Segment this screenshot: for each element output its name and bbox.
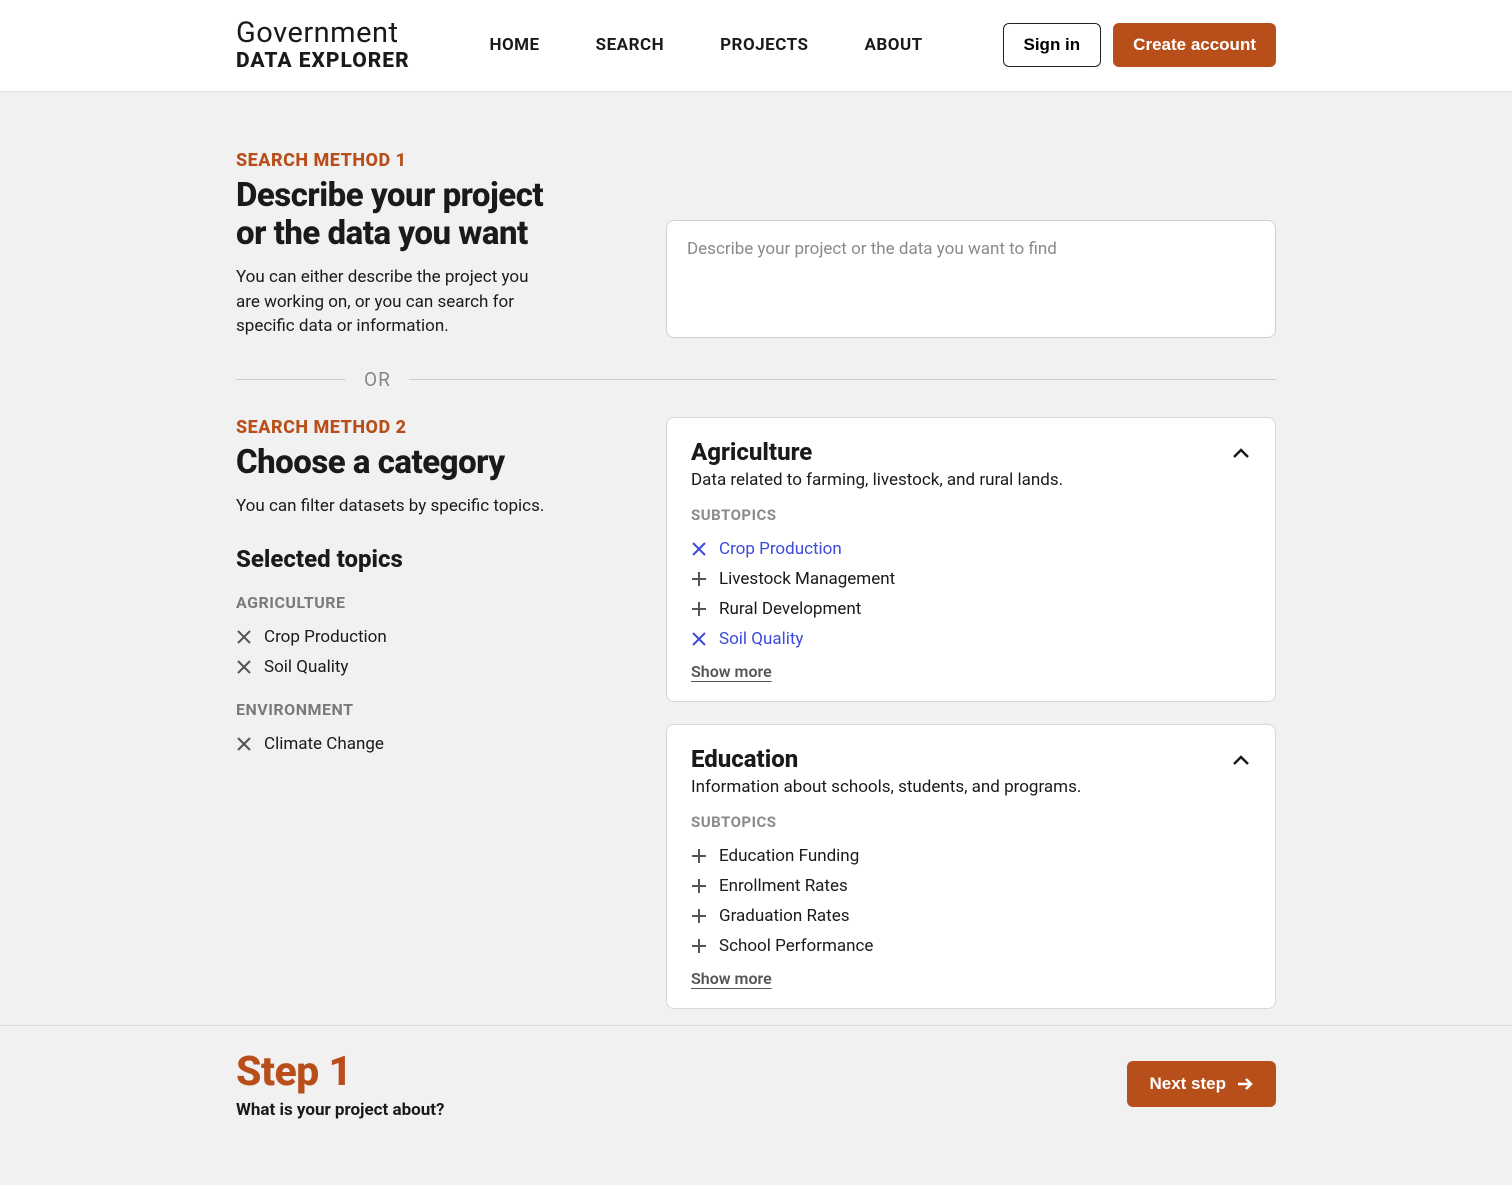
nav-search[interactable]: SEARCH	[596, 35, 664, 55]
sign-in-button[interactable]: Sign in	[1003, 23, 1102, 67]
chevron-up-icon	[1231, 751, 1251, 771]
category-desc: Data related to farming, livestock, and …	[691, 470, 1063, 490]
logo-top: Government	[236, 18, 410, 50]
category-header[interactable]: Agriculture Data related to farming, liv…	[691, 438, 1251, 506]
chevron-up-icon	[1231, 444, 1251, 464]
subtopic-label: Education Funding	[719, 846, 859, 866]
subtopic-label: Enrollment Rates	[719, 876, 848, 896]
plus-icon	[691, 571, 707, 587]
subtopic-school-performance[interactable]: School Performance	[691, 931, 1251, 961]
step-question: What is your project about?	[236, 1100, 444, 1120]
search-input[interactable]	[666, 220, 1276, 338]
plus-icon	[691, 848, 707, 864]
subtopic-soil-quality[interactable]: Soil Quality	[691, 624, 1251, 654]
nav-projects[interactable]: PROJECTS	[720, 35, 808, 55]
subtopic-label: Graduation Rates	[719, 906, 850, 926]
show-more-button[interactable]: Show more	[691, 969, 772, 988]
next-step-label: Next step	[1149, 1074, 1226, 1094]
create-account-button[interactable]: Create account	[1113, 23, 1276, 67]
subtopic-graduation-rates[interactable]: Graduation Rates	[691, 901, 1251, 931]
arrow-right-icon	[1236, 1075, 1254, 1093]
next-step-button[interactable]: Next step	[1127, 1061, 1276, 1107]
plus-icon	[691, 878, 707, 894]
divider: OR	[236, 368, 1276, 391]
subtopic-education-funding[interactable]: Education Funding	[691, 841, 1251, 871]
method1-heading: Describe your project or the data you wa…	[236, 177, 556, 253]
subtopic-label: Crop Production	[719, 539, 842, 559]
method2-desc: You can filter datasets by specific topi…	[236, 494, 556, 519]
method2-heading: Choose a category	[236, 444, 556, 482]
subtopic-label: School Performance	[719, 936, 873, 956]
nav-about[interactable]: ABOUT	[864, 35, 922, 55]
logo[interactable]: Government DATA EXPLORER	[236, 18, 410, 73]
category-desc: Information about schools, students, and…	[691, 777, 1081, 797]
step-footer: Step 1 What is your project about? Next …	[0, 1025, 1512, 1148]
selected-group-agriculture: AGRICULTURE	[236, 593, 556, 612]
subtopic-crop-production[interactable]: Crop Production	[691, 534, 1251, 564]
remove-icon	[236, 659, 252, 675]
selected-crop-production[interactable]: Crop Production	[236, 622, 556, 652]
header: Government DATA EXPLORER HOME SEARCH PRO…	[0, 0, 1512, 92]
remove-icon	[691, 541, 707, 557]
logo-bottom: DATA EXPLORER	[236, 50, 410, 73]
selected-topics-heading: Selected topics	[236, 545, 556, 573]
plus-icon	[691, 938, 707, 954]
subtopic-label: Livestock Management	[719, 569, 895, 589]
category-title: Agriculture	[691, 438, 1063, 466]
remove-icon	[691, 631, 707, 647]
method1-label: SEARCH METHOD 1	[236, 150, 556, 171]
nav-home[interactable]: HOME	[489, 35, 539, 55]
selected-item-label: Soil Quality	[264, 657, 348, 677]
category-title: Education	[691, 745, 1081, 773]
selected-item-label: Climate Change	[264, 734, 384, 754]
category-education: Education Information about schools, stu…	[666, 724, 1276, 1009]
method1-desc: You can either describe the project you …	[236, 265, 556, 339]
selected-soil-quality[interactable]: Soil Quality	[236, 652, 556, 682]
remove-icon	[236, 736, 252, 752]
subtopic-livestock-management[interactable]: Livestock Management	[691, 564, 1251, 594]
subtopic-label: Rural Development	[719, 599, 861, 619]
subtopic-label: Soil Quality	[719, 629, 803, 649]
plus-icon	[691, 908, 707, 924]
category-agriculture: Agriculture Data related to farming, liv…	[666, 417, 1276, 702]
category-header[interactable]: Education Information about schools, stu…	[691, 745, 1251, 813]
selected-climate-change[interactable]: Climate Change	[236, 729, 556, 759]
remove-icon	[236, 629, 252, 645]
main-nav: HOME SEARCH PROJECTS ABOUT	[489, 35, 922, 55]
plus-icon	[691, 601, 707, 617]
subtopic-rural-development[interactable]: Rural Development	[691, 594, 1251, 624]
subtopic-enrollment-rates[interactable]: Enrollment Rates	[691, 871, 1251, 901]
subtopics-label: SUBTOPICS	[691, 813, 1251, 831]
divider-label: OR	[346, 368, 409, 391]
subtopics-label: SUBTOPICS	[691, 506, 1251, 524]
show-more-button[interactable]: Show more	[691, 662, 772, 681]
selected-group-environment: ENVIRONMENT	[236, 700, 556, 719]
selected-item-label: Crop Production	[264, 627, 387, 647]
method2-label: SEARCH METHOD 2	[236, 417, 556, 438]
step-number: Step 1	[236, 1048, 444, 1096]
